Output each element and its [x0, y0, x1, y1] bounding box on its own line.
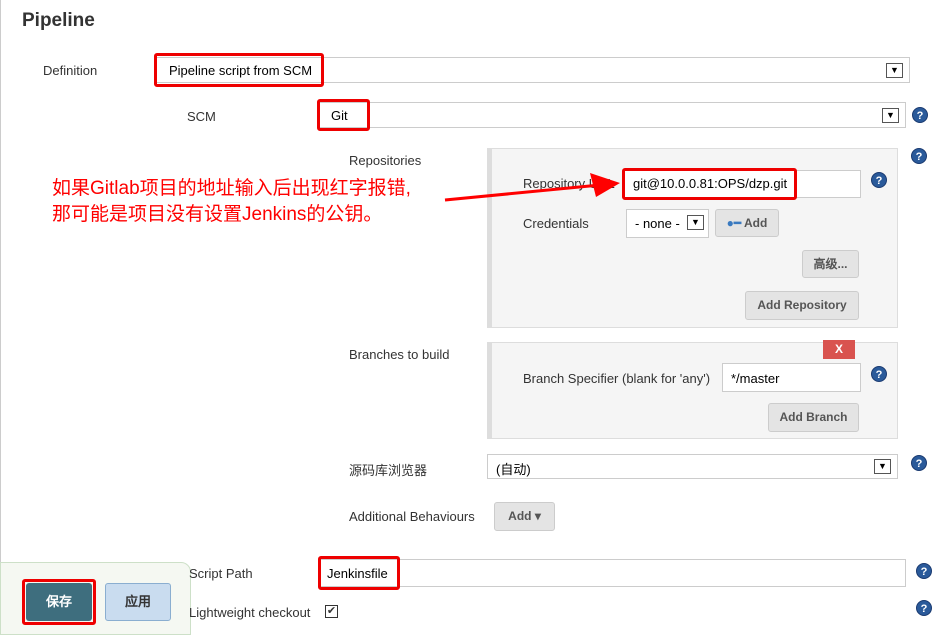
help-icon[interactable]: ? [911, 455, 927, 471]
help-icon[interactable]: ? [916, 600, 932, 616]
scm-select[interactable]: Git ▼ [317, 99, 906, 131]
chevron-down-icon: ▼ [687, 215, 704, 230]
browser-select[interactable]: (自动) ▼ [487, 454, 898, 479]
browser-value: (自动) [496, 462, 531, 477]
chevron-down-icon: ▼ [882, 108, 899, 123]
help-icon[interactable]: ? [916, 563, 932, 579]
scm-label: SCM [187, 109, 216, 124]
annotation-text: 如果Gitlab项目的地址输入后出现红字报错, 那可能是项目没有设置Jenkin… [52, 176, 411, 228]
add-credentials-button[interactable]: ●━ Add [715, 209, 779, 237]
scm-value: Git [331, 108, 348, 123]
add-label: Add [508, 509, 532, 523]
save-button[interactable]: 保存 [26, 583, 92, 621]
branch-specifier-label: Branch Specifier (blank for 'any') [523, 371, 711, 386]
section-title: Pipeline [22, 10, 95, 31]
chevron-down-icon: ▼ [886, 63, 903, 78]
lightweight-checkbox[interactable]: ✔ [325, 605, 338, 618]
script-path-input[interactable]: Jenkinsfile [318, 559, 906, 587]
help-icon[interactable]: ? [871, 172, 887, 188]
help-icon[interactable]: ? [871, 366, 887, 382]
apply-button[interactable]: 应用 [105, 583, 171, 621]
definition-label: Definition [43, 63, 98, 78]
help-icon[interactable]: ? [912, 107, 928, 123]
behaviours-label: Additional Behaviours [349, 509, 475, 524]
chevron-down-icon: ▼ [874, 459, 891, 474]
annotation-line-1: 如果Gitlab项目的地址输入后出现红字报错, [52, 178, 411, 199]
branch-specifier-input[interactable]: */master [722, 363, 861, 392]
arrow-icon [444, 173, 620, 202]
lightweight-label: Lightweight checkout [189, 605, 311, 620]
script-path-label: Script Path [189, 566, 253, 581]
key-icon: ●━ [726, 216, 742, 230]
add-behaviour-button[interactable]: Add ▾ [494, 502, 555, 531]
annotation-line-2: 那可能是项目没有设置Jenkins的公钥。 [52, 204, 383, 225]
branch-specifier-value: */master [731, 371, 780, 386]
branches-label: Branches to build [349, 347, 450, 362]
add-repository-button[interactable]: Add Repository [745, 291, 859, 320]
definition-select[interactable]: Pipeline script from SCM ▼ [154, 53, 910, 87]
help-icon[interactable]: ? [911, 148, 927, 164]
credentials-select[interactable]: - none - ▼ [626, 209, 709, 238]
advanced-button[interactable]: 高级... [802, 250, 859, 278]
definition-value: Pipeline script from SCM [169, 63, 313, 78]
delete-branch-button[interactable]: X [823, 340, 855, 359]
browser-label: 源码库浏览器 [349, 463, 428, 478]
credentials-value: - none - [635, 216, 680, 231]
credentials-label: Credentials [523, 216, 589, 231]
repositories-label: Repositories [349, 153, 422, 168]
add-label: Add [744, 216, 768, 230]
add-branch-button[interactable]: Add Branch [768, 403, 859, 432]
